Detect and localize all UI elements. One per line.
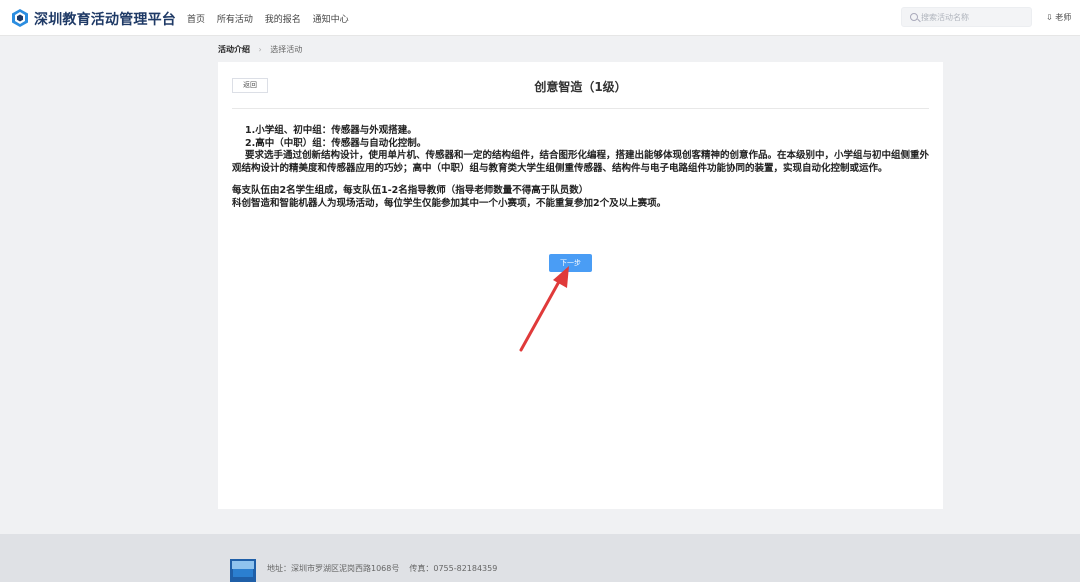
- activity-card: 返回 创意智造（1级） 1.小学组、初中组：传感器与外观搭建。 2.高中（中职）…: [218, 62, 943, 509]
- footer-contact: 地址：深圳市罗湖区泥岗西路1068号 传真：0755-82184359: [267, 563, 497, 574]
- platform-title[interactable]: 深圳教育活动管理平台: [34, 9, 176, 29]
- nav-my-registrations[interactable]: 我的报名: [265, 15, 301, 25]
- search-icon: [910, 13, 918, 21]
- nav-all-activities[interactable]: 所有活动: [217, 15, 253, 25]
- search-box[interactable]: [901, 7, 1032, 27]
- title-divider: [232, 108, 929, 109]
- participation-rule: 科创智造和智能机器人为现场活动，每位学生仅能参加其中一个小赛项，不能重复参加2个…: [232, 197, 667, 209]
- nav-home[interactable]: 首页: [187, 15, 205, 25]
- nav-notifications[interactable]: 通知中心: [313, 15, 349, 25]
- user-menu[interactable]: ⇩ 老师: [1046, 12, 1071, 23]
- footer-address: 地址：深圳市罗湖区泥岗西路1068号: [267, 564, 400, 573]
- breadcrumb: 活动介绍 › 选择活动: [218, 44, 302, 55]
- description-paragraph: 要求选手通过创新结构设计，使用单片机、传感器和一定的结构组件，结合图形化编程，搭…: [232, 150, 930, 174]
- platform-logo-icon[interactable]: [10, 8, 30, 28]
- activity-description: 1.小学组、初中组：传感器与外观搭建。 2.高中（中职）组：传感器与自动化控制。…: [232, 125, 929, 210]
- footer-emblem-icon: [230, 559, 256, 582]
- activity-title: 创意智造（1级）: [534, 80, 627, 94]
- user-name: 老师: [1055, 13, 1072, 22]
- top-header: 深圳教育活动管理平台 首页 所有活动 我的报名 通知中心 ⇩ 老师: [0, 0, 1080, 36]
- footer-fax: 传真：0755-82184359: [409, 564, 498, 573]
- breadcrumb-select-activity: 选择活动: [270, 45, 303, 54]
- user-icon: ⇩: [1046, 13, 1056, 22]
- search-input[interactable]: [921, 11, 1026, 24]
- footer: 地址：深圳市罗湖区泥岗西路1068号 传真：0755-82184359: [0, 534, 1080, 582]
- description-line: 2.高中（中职）组：传感器与自动化控制。: [245, 137, 427, 149]
- breadcrumb-activity-intro[interactable]: 活动介绍: [218, 45, 250, 54]
- breadcrumb-separator-icon: ›: [258, 45, 262, 54]
- main-nav: 首页 所有活动 我的报名 通知中心: [187, 12, 358, 25]
- red-arrow-annotation-icon: [519, 266, 569, 352]
- description-line: 1.小学组、初中组：传感器与外观搭建。: [245, 125, 417, 136]
- team-rule: 每支队伍由2名学生组成，每支队伍1-2名指导教师（指导老师数量不得高于队员数）: [232, 185, 589, 196]
